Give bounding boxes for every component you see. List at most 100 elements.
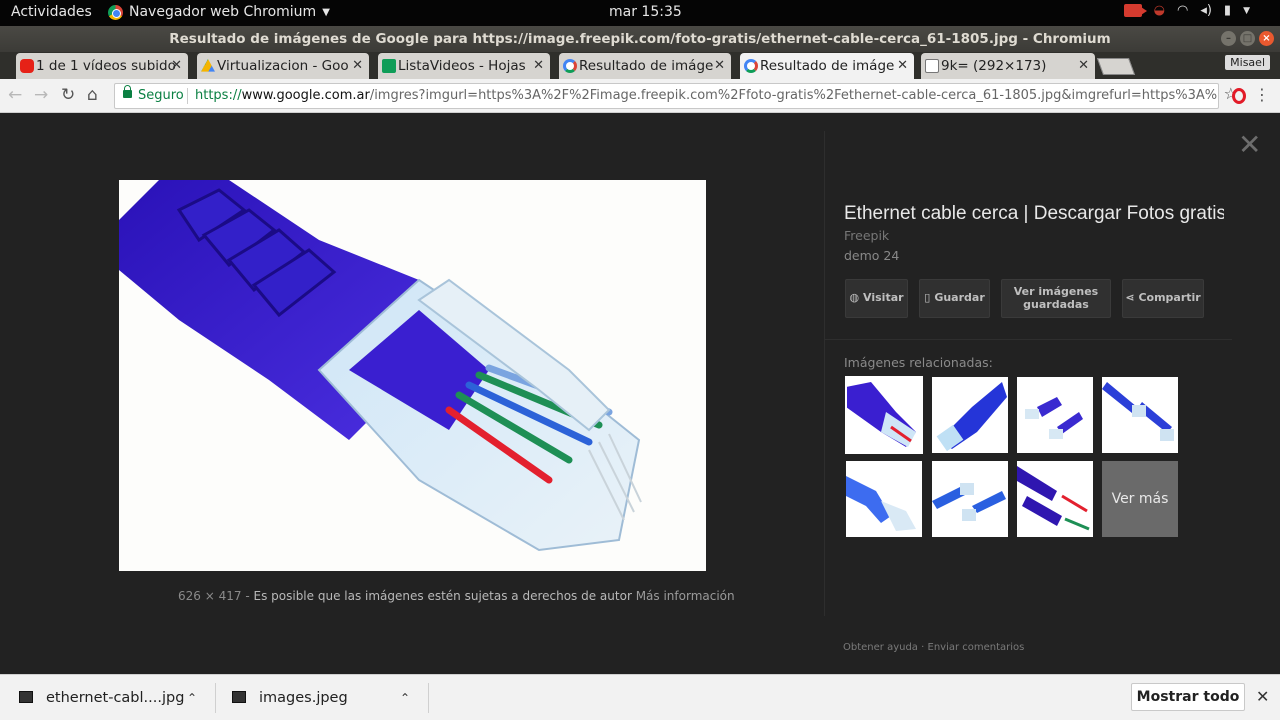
address-bar[interactable]: Seguro https://www.google.com.ar/imgres?… <box>114 83 1219 109</box>
meta-separator: - <box>245 589 250 603</box>
close-window-button[interactable]: × <box>1259 31 1274 46</box>
chevron-up-icon[interactable]: ⌃ <box>400 675 410 720</box>
visit-label: Visitar <box>863 291 904 305</box>
url-scheme: https:// <box>195 88 242 103</box>
screen-record-icon[interactable] <box>1123 4 1147 17</box>
related-thumbnail[interactable] <box>932 461 1008 537</box>
close-icon[interactable]: ✕ <box>533 53 544 79</box>
save-button[interactable]: ▯ Guardar <box>919 279 990 318</box>
profile-button[interactable]: Misael <box>1225 55 1270 70</box>
download-item[interactable]: ethernet-cabl....jpg ⌃ <box>19 675 204 720</box>
more-info-link[interactable]: Más información <box>636 589 735 603</box>
system-top-bar: Actividades Navegador web Chromium ▼ mar… <box>0 0 1280 26</box>
window-title-bar: Resultado de imágenes de Google para htt… <box>0 26 1280 52</box>
cable-thumbnail-image <box>932 483 1006 521</box>
browser-toolbar: ← → ↻ ⌂ Seguro https://www.google.com.ar… <box>0 79 1280 113</box>
new-tab-button[interactable] <box>1096 58 1136 75</box>
view-saved-button[interactable]: Ver imágenes guardadas <box>1001 279 1111 318</box>
share-button[interactable]: ⋖ Compartir <box>1122 279 1204 318</box>
download-item[interactable]: images.jpeg ⌃ <box>232 675 417 720</box>
bookmark-icon: ▯ <box>924 291 931 305</box>
drive-icon <box>201 59 215 72</box>
sheets-icon <box>382 59 396 73</box>
close-icon[interactable]: ✕ <box>171 53 182 79</box>
tab-google-images-1[interactable]: Resultado de imáge ✕ <box>559 53 731 79</box>
feedback-link[interactable]: Enviar comentarios <box>928 642 1025 653</box>
wifi-icon: ◠ <box>1176 3 1189 18</box>
cable-thumbnail-image <box>846 382 916 447</box>
tab-label: Resultado de imáge <box>579 58 714 74</box>
menu-kebab-icon[interactable]: ⋮ <box>1254 85 1270 104</box>
chevron-up-icon[interactable]: ⌃ <box>187 675 197 720</box>
result-source[interactable]: Freepik <box>844 228 889 243</box>
close-icon[interactable]: ✕ <box>352 53 363 79</box>
related-thumbnail[interactable] <box>846 461 922 537</box>
close-viewer-icon[interactable]: ✕ <box>1238 131 1261 159</box>
close-icon[interactable]: ✕ <box>1256 687 1269 706</box>
result-title[interactable]: Ethernet cable cerca | Descargar Fotos g… <box>844 203 1224 225</box>
app-menu-label: Navegador web Chromium <box>129 4 317 20</box>
see-more-related-button[interactable]: Ver más <box>1102 461 1178 537</box>
related-images-label: Imágenes relacionadas: <box>844 355 993 370</box>
see-more-label: Ver más <box>1111 491 1169 507</box>
close-icon[interactable]: ✕ <box>714 53 725 79</box>
lock-icon <box>123 85 132 98</box>
reload-icon[interactable]: ↻ <box>61 85 75 105</box>
tab-label: 1 de 1 vídeos subido <box>36 58 176 74</box>
image-dimensions: 626 × 417 <box>178 589 242 603</box>
opera-extension-icon[interactable] <box>1232 88 1246 104</box>
battery-icon: ▮ <box>1223 3 1232 18</box>
tab-strip: 1 de 1 vídeos subido ✕ Virtualizacion - … <box>0 52 1280 79</box>
related-thumbnail[interactable] <box>932 377 1008 453</box>
help-link[interactable]: Obtener ayuda <box>843 642 918 653</box>
clock[interactable]: mar 15:35 <box>609 4 682 20</box>
cable-thumbnail-image <box>936 382 1007 452</box>
divider <box>215 683 216 713</box>
home-icon[interactable]: ⌂ <box>87 85 98 105</box>
image-file-icon <box>19 691 33 703</box>
activities-button[interactable]: Actividades <box>11 4 92 20</box>
minimize-button[interactable]: – <box>1221 31 1236 46</box>
visit-button[interactable]: ◍ Visitar <box>845 279 908 318</box>
tab-sheets[interactable]: ListaVideos - Hojas ✕ <box>378 53 550 79</box>
maximize-button[interactable]: □ <box>1240 31 1255 46</box>
tab-google-images-active[interactable]: Resultado de imáge ✕ <box>740 53 914 79</box>
chromium-icon <box>108 4 123 20</box>
download-filename: images.jpeg <box>259 690 348 706</box>
cable-thumbnail-image <box>1017 466 1090 531</box>
document-icon <box>925 59 939 73</box>
network-monitor-icon[interactable]: ◒ <box>1154 3 1165 18</box>
forward-arrow-icon[interactable]: → <box>34 85 48 105</box>
chevron-down-icon: ▼ <box>322 6 330 18</box>
volume-icon: ◂) <box>1200 3 1212 18</box>
section-divider <box>824 339 1232 340</box>
cable-thumbnail-image <box>1025 397 1083 439</box>
panel-divider <box>824 131 825 616</box>
close-icon[interactable]: ✕ <box>1078 53 1089 79</box>
tab-youtube[interactable]: 1 de 1 vídeos subido ✕ <box>16 53 188 79</box>
url-path: /imgres?imgurl=https%3A%2F%2Fimage.freep… <box>369 88 1219 103</box>
divider <box>187 88 188 104</box>
app-menu[interactable]: Navegador web Chromium ▼ <box>108 4 330 20</box>
image-file-icon <box>232 691 246 703</box>
related-thumbnail[interactable] <box>1102 377 1178 453</box>
cable-thumbnail-image <box>846 476 916 531</box>
divider <box>428 683 429 713</box>
google-icon <box>744 59 758 73</box>
chevron-down-icon: ▼ <box>1243 5 1250 16</box>
related-thumbnail[interactable] <box>1017 377 1093 453</box>
save-label: Guardar <box>934 291 985 305</box>
close-icon[interactable]: ✕ <box>897 53 908 79</box>
download-filename: ethernet-cabl....jpg <box>46 690 185 706</box>
url-host: www.google.com.ar <box>241 88 370 103</box>
viewer-footer: Obtener ayuda · Enviar comentarios <box>843 642 1024 653</box>
preview-image[interactable] <box>119 180 706 571</box>
url-text[interactable]: https://www.google.com.ar/imgres?imgurl=… <box>195 84 1219 108</box>
tab-image-file[interactable]: 9k= (292×173) ✕ <box>921 53 1095 79</box>
back-arrow-icon[interactable]: ← <box>8 85 22 105</box>
system-tray[interactable]: ◒ ◠ ◂) ▮ ▼ <box>1123 3 1250 18</box>
related-thumbnail[interactable] <box>845 376 923 454</box>
related-thumbnail[interactable] <box>1017 461 1093 537</box>
tab-drive[interactable]: Virtualizacion - Goo ✕ <box>197 53 369 79</box>
show-all-downloads-button[interactable]: Mostrar todo <box>1131 683 1245 711</box>
